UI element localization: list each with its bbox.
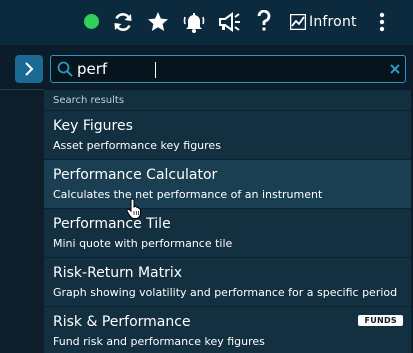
result-item-key-figures[interactable]: Key Figures Asset performance key figure…: [44, 110, 411, 159]
search-results-dropdown: Search results Key Figures Asset perform…: [44, 90, 411, 353]
logo-text: Infront: [309, 14, 357, 30]
result-item-risk-return-matrix[interactable]: Risk-Return Matrix Graph showing volatil…: [44, 257, 411, 306]
close-icon[interactable]: [390, 64, 400, 74]
megaphone-icon[interactable]: [217, 11, 241, 37]
text-caret: [155, 62, 156, 78]
result-item-performance-calculator[interactable]: Performance Calculator Calculates the ne…: [44, 159, 411, 208]
sidebar-toggle-button[interactable]: [15, 55, 43, 83]
refresh-icon[interactable]: [112, 11, 134, 37]
result-item-performance-tile[interactable]: Performance Tile Mini quote with perform…: [44, 208, 411, 257]
result-title: Key Figures: [53, 118, 133, 134]
search-input[interactable]: [77, 59, 367, 79]
search-icon: [57, 61, 73, 77]
chart-logo-icon: [290, 14, 306, 30]
infront-logo: Infront: [290, 13, 357, 31]
result-description: Calculates the net performance of an ins…: [53, 188, 323, 201]
divider: [0, 89, 44, 90]
search-box[interactable]: [50, 55, 406, 83]
result-description: Fund risk and performance key figures: [53, 335, 265, 348]
hand-pointer-icon: [126, 198, 141, 219]
top-bar: Infront: [0, 0, 413, 45]
result-title: Risk-Return Matrix: [53, 265, 183, 281]
result-description: Asset performance key figures: [53, 139, 221, 152]
result-title: Performance Tile: [53, 216, 171, 232]
star-icon[interactable]: [147, 11, 169, 37]
result-description: Graph showing volatility and performance…: [53, 286, 398, 299]
help-icon[interactable]: [256, 9, 272, 36]
search-results-header: Search results: [53, 95, 125, 106]
result-title: Risk & Performance: [53, 314, 191, 330]
kebab-menu-icon[interactable]: [378, 12, 386, 36]
result-title: Performance Calculator: [53, 167, 218, 183]
bell-icon[interactable]: [182, 10, 206, 38]
funds-badge: FUNDS: [358, 315, 403, 326]
result-description: Mini quote with performance tile: [53, 237, 233, 250]
results-list: Key Figures Asset performance key figure…: [44, 110, 411, 353]
chevron-right-icon: [25, 62, 34, 76]
result-item-risk-performance[interactable]: Risk & Performance Fund risk and perform…: [44, 306, 411, 353]
status-dot-icon: [84, 14, 99, 29]
